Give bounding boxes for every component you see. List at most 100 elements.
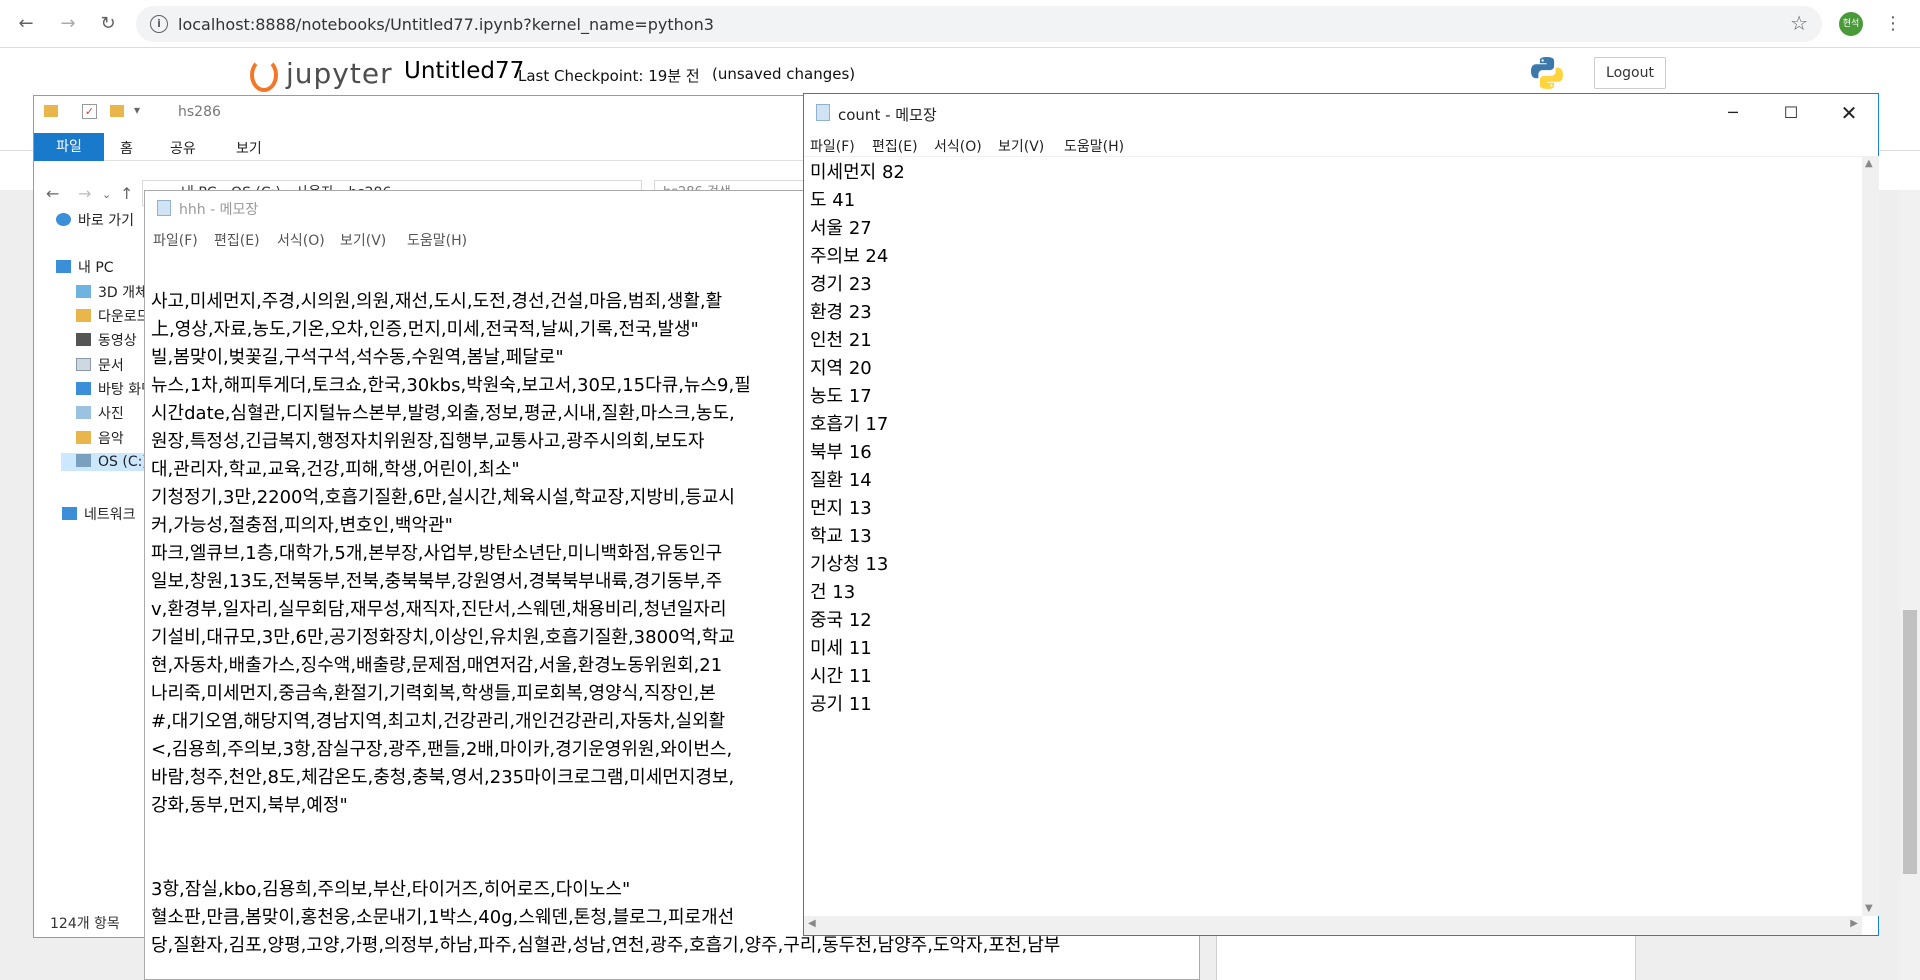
scroll-up-icon[interactable]: ▲ [1865, 158, 1873, 169]
sidebar-item-label: OS (C:) [98, 454, 148, 470]
text-line: 혈소판,만큼,봄맞이,홍천웅,소문내기,1박스,40g,스웨덴,톤청,블로그,피… [151, 907, 735, 928]
count-notepad-window: count - 메모장 ─ ☐ ✕ 파일(F) 편집(E) 서식(O) 보기(V… [803, 93, 1879, 936]
hhh-title: hhh - 메모장 [179, 202, 259, 218]
explorer-item-count: 124개 항목 [50, 916, 120, 932]
sidebar-item-desktop[interactable]: 바탕 화면 [76, 379, 154, 399]
site-info-icon[interactable]: i [150, 15, 168, 33]
notebook-name[interactable]: Untitled77 [404, 58, 524, 84]
sidebar-item-this-pc[interactable]: 내 PC [56, 257, 114, 277]
menu-view[interactable]: 보기(V) [998, 136, 1044, 156]
explorer-up-icon[interactable]: ↑ [120, 184, 133, 203]
text-line: 농도 17 [810, 386, 872, 407]
menu-view[interactable]: 보기(V) [340, 230, 386, 250]
browser-toolbar: ← → ↻ i localhost:8888/notebooks/Untitle… [0, 0, 1920, 48]
sidebar-item-3d-objects[interactable]: 3D 개체 [76, 282, 148, 302]
scroll-right-icon[interactable]: ▶ [1850, 918, 1858, 929]
text-line: 서울 27 [810, 218, 872, 239]
unsaved-status: (unsaved changes) [712, 65, 856, 83]
sidebar-item-network[interactable]: 네트워크 [62, 504, 136, 524]
count-text-area[interactable]: 미세먼지 82 도 41 서울 27 주의보 24 경기 23 환경 23 인천… [804, 156, 1862, 916]
music-folder-icon [76, 431, 91, 444]
text-line: <,김용희,주의보,3항,잠실구장,광주,팬들,2배,마이카,경기운영위원,와이… [151, 739, 733, 760]
text-line: 호흡기 17 [810, 414, 889, 435]
pictures-folder-icon [76, 406, 91, 419]
bookmark-star-icon[interactable]: ☆ [1790, 11, 1808, 35]
text-line: 시간date,심혈관,디지털뉴스본부,발령,외출,정보,평균,시내,질환,마스크… [151, 403, 735, 424]
menu-format[interactable]: 서식(O) [277, 230, 325, 250]
text-line: v,환경부,일자리,실무회담,재무성,재직자,진단서,스웨덴,채용비리,청년일자… [151, 599, 727, 620]
page-scrollbar-thumb[interactable] [1903, 610, 1917, 874]
browser-menu-icon[interactable]: ⋮ [1884, 12, 1902, 36]
checkpoint-status: Last Checkpoint: 19분 전 [518, 67, 700, 85]
sidebar-item-documents[interactable]: 문서 [76, 355, 124, 375]
recent-locations-icon[interactable]: ⌄ [102, 188, 111, 201]
quick-access-dropdown-icon[interactable]: ▾ [134, 103, 140, 117]
text-line: 기청정기,3만,2200억,호흡기질환,6만,실시간,체육시설,학교장,지방비,… [151, 487, 735, 508]
explorer-back-icon[interactable]: ← [46, 184, 59, 203]
text-line: 커,가능성,절충점,피의자,변호인,백악관" [151, 515, 453, 536]
explorer-title: hs286 [178, 104, 221, 120]
menu-file[interactable]: 파일(F) [810, 136, 855, 156]
text-line: 시간 11 [810, 666, 872, 687]
reload-icon[interactable]: ↻ [96, 12, 120, 36]
scroll-left-icon[interactable]: ◀ [808, 918, 816, 929]
menu-file[interactable]: 파일(F) [153, 230, 198, 250]
sidebar-item-label: 내 PC [78, 260, 114, 276]
python-logo-icon [1531, 57, 1563, 89]
sidebar-item-music[interactable]: 음악 [76, 428, 124, 448]
sidebar-item-pictures[interactable]: 사진 [76, 403, 124, 423]
minimize-button[interactable]: ─ [1704, 94, 1762, 132]
profile-avatar[interactable]: 현석 [1839, 12, 1863, 36]
maximize-button[interactable]: ☐ [1762, 94, 1820, 132]
sidebar-item-drive-c[interactable]: OS (C:) [61, 453, 149, 471]
menu-format[interactable]: 서식(O) [934, 136, 982, 156]
properties-icon[interactable]: ✓ [82, 104, 97, 119]
sidebar-item-downloads[interactable]: 다운로드 [76, 306, 150, 326]
explorer-titlebar: ✓ ▾ hs286 [34, 96, 812, 128]
sidebar-item-label: 바로 가기 [78, 213, 134, 229]
ribbon-tab-file[interactable]: 파일 [34, 133, 104, 161]
count-horizontal-scrollbar[interactable]: ◀ ▶ [804, 916, 1862, 935]
star-icon [56, 213, 71, 226]
new-folder-icon[interactable] [110, 105, 124, 117]
count-vertical-scrollbar[interactable]: ▲ ▼ [1862, 156, 1879, 916]
text-line: 3항,잠실,kbo,김용희,주의보,부산,타이거즈,히어로즈,다이노스" [151, 879, 631, 900]
count-lines: 미세먼지 82 도 41 서울 27 주의보 24 경기 23 환경 23 인천… [810, 159, 905, 719]
logout-button[interactable]: Logout [1594, 57, 1666, 89]
ribbon-tab-view[interactable]: 보기 [236, 138, 262, 158]
forward-arrow-icon[interactable]: → [56, 12, 80, 36]
close-button[interactable]: ✕ [1820, 94, 1878, 132]
explorer-forward-icon[interactable]: → [78, 184, 91, 203]
video-folder-icon [76, 333, 91, 346]
text-line: 학교 13 [810, 526, 872, 547]
ribbon-tab-home[interactable]: 홈 [120, 138, 133, 158]
sidebar-item-quick-access[interactable]: 바로 가기 [56, 210, 134, 230]
sidebar-item-videos[interactable]: 동영상 [76, 330, 137, 350]
drive-icon [76, 454, 91, 467]
desktop-folder-icon [76, 382, 91, 395]
computer-icon [56, 260, 71, 273]
text-line: 도 41 [810, 190, 856, 211]
ribbon-tab-share[interactable]: 공유 [170, 138, 196, 158]
menu-help[interactable]: 도움말(H) [1064, 136, 1124, 156]
text-line: 대,관리자,학교,교육,건강,피해,학생,어린이,최소" [151, 459, 520, 480]
scroll-down-icon[interactable]: ▼ [1865, 903, 1873, 914]
text-line: 바람,청주,천안,8도,체감온도,충청,충북,영서,235마이크로그램,미세먼지… [151, 767, 735, 788]
back-arrow-icon[interactable]: ← [14, 12, 38, 36]
menu-edit[interactable]: 편집(E) [872, 136, 918, 156]
text-line: #,대기오염,해당지역,경남지역,최고치,건강관리,개인건강관리,자동차,실외활 [151, 711, 726, 732]
sidebar-item-label: 문서 [98, 358, 124, 374]
text-line: 공기 11 [810, 694, 872, 715]
menu-help[interactable]: 도움말(H) [407, 230, 467, 250]
address-bar[interactable]: i localhost:8888/notebooks/Untitled77.ip… [136, 6, 1822, 42]
folder-icon [44, 105, 58, 117]
count-title: count - 메모장 [838, 106, 937, 124]
text-line: 질환 14 [810, 470, 872, 491]
menu-edit[interactable]: 편집(E) [214, 230, 260, 250]
sidebar-item-label: 음악 [98, 431, 124, 447]
network-icon [62, 507, 77, 520]
text-line: 사고,미세먼지,주경,시의원,의원,재선,도시,도전,경선,건설,마음,범죄,생… [151, 291, 723, 312]
page-scrollbar[interactable] [1900, 190, 1920, 980]
sidebar-item-label: 네트워크 [84, 507, 136, 523]
count-menubar: 파일(F) 편집(E) 서식(O) 보기(V) 도움말(H) [804, 132, 1878, 156]
